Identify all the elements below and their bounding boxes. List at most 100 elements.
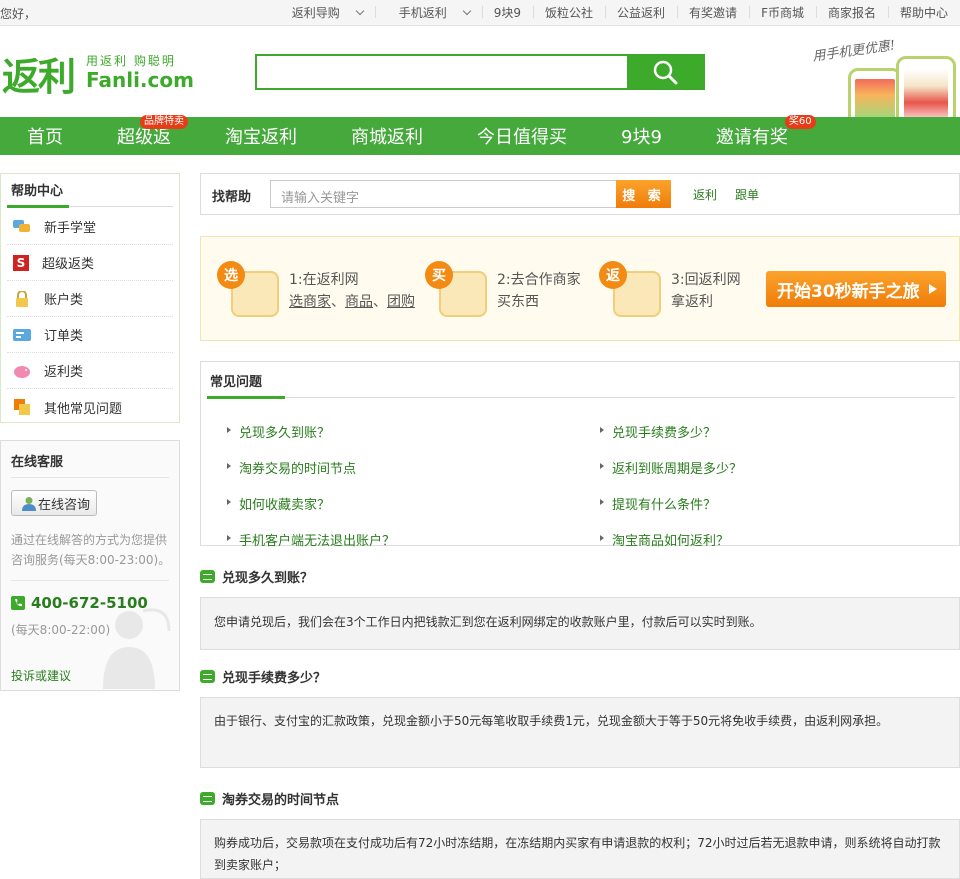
service-person-watermark-icon	[103, 608, 171, 689]
top-link-9kuai9[interactable]: 9块9	[481, 4, 533, 21]
step-subtitle: 拿返利	[671, 294, 713, 310]
step-badge: 选	[217, 261, 245, 289]
nav-mall-rebate[interactable]: 商城返利	[324, 123, 450, 149]
top-link-help-center[interactable]: 帮助中心	[887, 4, 960, 21]
chevron-down-icon	[355, 6, 364, 16]
qa-answer: 由于银行、支付宝的汇款政策，兑现金额小于50元每笔收取手续费1元，兑现金额大于等…	[200, 697, 960, 768]
find-help-label: 找帮助	[212, 190, 252, 205]
faq-link[interactable]: 兑现多久到账？	[226, 422, 330, 441]
service-hours: (每天8:00-22:00)	[11, 623, 111, 637]
faq-link[interactable]: 提现有什么条件？	[599, 494, 716, 513]
start-tour-button[interactable]: 开始30秒新手之旅	[766, 271, 946, 307]
online-consult-button[interactable]: 在线咨询	[11, 490, 97, 516]
consult-label: 在线咨询	[38, 497, 91, 513]
step-links: 选商家、商品、团购	[289, 294, 415, 310]
invite-reward-badge: 奖60	[784, 115, 816, 129]
user-icon	[22, 496, 36, 511]
nav-invite[interactable]: 邀请有奖 奖60	[689, 115, 816, 149]
sidebar-item-other-faq[interactable]: 其他常见问题	[7, 389, 173, 425]
service-title: 在线客服	[11, 455, 64, 470]
qa-question: 兑现多久到账？	[200, 567, 313, 586]
help-search-input[interactable]: 请输入关键字	[270, 180, 617, 208]
chat-bubbles-icon	[13, 219, 31, 235]
chat-bubble-icon	[200, 670, 215, 683]
top-link-label: 返利导购	[291, 6, 340, 20]
phone-icon	[11, 596, 25, 610]
banner-tagline: 用手机更优惠!	[811, 38, 897, 65]
sidebar-item-beginner[interactable]: 新手学堂	[7, 209, 173, 245]
nav-today-deals[interactable]: 今日值得买	[450, 123, 594, 149]
top-link-merchant-signup[interactable]: 商家报名	[815, 4, 888, 21]
brand-sale-badge: 品牌特卖	[140, 115, 188, 129]
sidebar-item-order[interactable]: 订单类	[7, 317, 173, 353]
sidebar-item-label: 其他常见问题	[44, 401, 123, 417]
find-help-bar: 找帮助 请输入关键字 搜 索 返利 跟单	[200, 173, 960, 215]
logo-en: Fanli.com	[86, 68, 194, 92]
search-button[interactable]	[627, 56, 703, 88]
qa-answer: 购券成功后，交易款项在支付成功后有72小时冻结期，在冻结期内买家有申请退款的权利…	[200, 819, 960, 879]
faq-link[interactable]: 返利到账周期是多少？	[599, 458, 742, 477]
super-s-icon: S	[13, 254, 29, 271]
sidebar-title: 帮助中心	[11, 184, 64, 199]
top-link-fcoin-mall[interactable]: F币商城	[749, 4, 816, 21]
qa-answer: 您申请兑现后，我们会在3个工作日内把钱款汇到您在返利网绑定的收款账户里，付款后可…	[200, 597, 960, 650]
nav-super-rebate[interactable]: 超级返 品牌特卖	[90, 115, 198, 149]
logo-slogan: 用返利 购聪明	[86, 54, 176, 68]
nav-label: 超级返	[117, 127, 171, 148]
faq-link[interactable]: 淘宝商品如何返利？	[599, 530, 729, 549]
hot-keyword-link[interactable]: 返利	[693, 186, 717, 203]
start-tour-label: 开始30秒新手之旅	[777, 281, 920, 302]
sidebar-item-super-rebate[interactable]: S 超级返类	[7, 245, 173, 281]
piggy-bank-icon	[13, 363, 31, 379]
top-link-mobile[interactable]: 手机返利	[374, 4, 482, 21]
logo-cn: 返利	[2, 55, 76, 99]
search-icon	[653, 60, 678, 85]
step-title: 3:回返利网	[671, 272, 741, 288]
qa-question: 淘券交易的时间节点	[200, 789, 339, 808]
header: 返利 用返利 购聪明 Fanli.com 用手机更优惠!	[0, 26, 960, 138]
faq-link[interactable]: 淘券交易的时间节点	[226, 458, 356, 477]
nav-9kuai9[interactable]: 9块9	[594, 123, 689, 149]
link-group-buy[interactable]: 团购	[387, 294, 415, 310]
divider	[11, 580, 169, 581]
nav-taobao-rebate[interactable]: 淘宝返利	[198, 123, 324, 149]
service-phone: 400-672-5100	[11, 594, 148, 612]
sidebar-item-rebate[interactable]: 返利类	[7, 353, 173, 389]
sidebar-item-label: 新手学堂	[44, 221, 97, 236]
top-link-community[interactable]: 饭粒公社	[533, 4, 605, 21]
nav-label: 邀请有奖	[715, 127, 788, 148]
search-input[interactable]	[257, 56, 629, 88]
top-link-shopping-guide[interactable]: 返利导购	[268, 4, 375, 21]
qa-question-text: 兑现手续费多少？	[222, 671, 327, 686]
online-service-panel: 在线客服 在线咨询 通过在线解答的方式为您提供咨询服务(每天8:00-23:00…	[0, 440, 180, 691]
qa-question-text: 淘券交易的时间节点	[222, 793, 340, 808]
link-products[interactable]: 商品	[345, 294, 373, 310]
feedback-link[interactable]: 投诉或建议	[11, 667, 71, 684]
help-center-sidebar: 帮助中心 新手学堂 S 超级返类 账户类 订单类 返利类 其他常见问题	[0, 173, 180, 423]
nav-home[interactable]: 首页	[0, 123, 90, 149]
step-subtitle: 买东西	[497, 294, 539, 310]
qa-question-text: 兑现多久到账？	[222, 571, 314, 586]
top-link-charity[interactable]: 公益返利	[605, 4, 677, 21]
help-search-button[interactable]: 搜 索	[616, 180, 671, 208]
faq-link[interactable]: 手机客户端无法退出账户？	[226, 530, 395, 549]
divider	[11, 477, 169, 478]
faq-link[interactable]: 如何收藏卖家？	[226, 494, 330, 513]
order-card-icon	[13, 327, 31, 343]
chat-bubble-icon	[200, 570, 215, 583]
faq-link[interactable]: 兑现手续费多少？	[599, 422, 716, 441]
top-link-label: 手机返利	[398, 6, 447, 20]
hot-keyword-link[interactable]: 跟单	[735, 186, 759, 203]
top-link-invite[interactable]: 有奖邀请	[677, 4, 749, 21]
beginner-steps-banner: 选 1:在返利网 选商家、商品、团购 买 2:去合作商家 买东西 返 3:回返利…	[200, 236, 960, 341]
step-title: 2:去合作商家	[497, 272, 581, 288]
service-description: 通过在线解答的方式为您提供咨询服务(每天8:00-23:00)。	[11, 533, 171, 567]
link-merchants[interactable]: 选商家	[289, 294, 331, 310]
faq-panel: 常见问题 兑现多久到账？ 淘券交易的时间节点 如何收藏卖家？ 手机客户端无法退出…	[200, 361, 960, 549]
sidebar-item-label: 返利类	[44, 365, 84, 380]
sidebar-item-label: 账户类	[44, 293, 84, 308]
main-nav: 首页 超级返 品牌特卖 淘宝返利 商城返利 今日值得买 9块9 邀请有奖 奖60	[0, 115, 960, 155]
greeting: 您好，	[0, 7, 37, 21]
step-badge: 返	[599, 261, 627, 289]
sidebar-item-account[interactable]: 账户类	[7, 281, 173, 317]
